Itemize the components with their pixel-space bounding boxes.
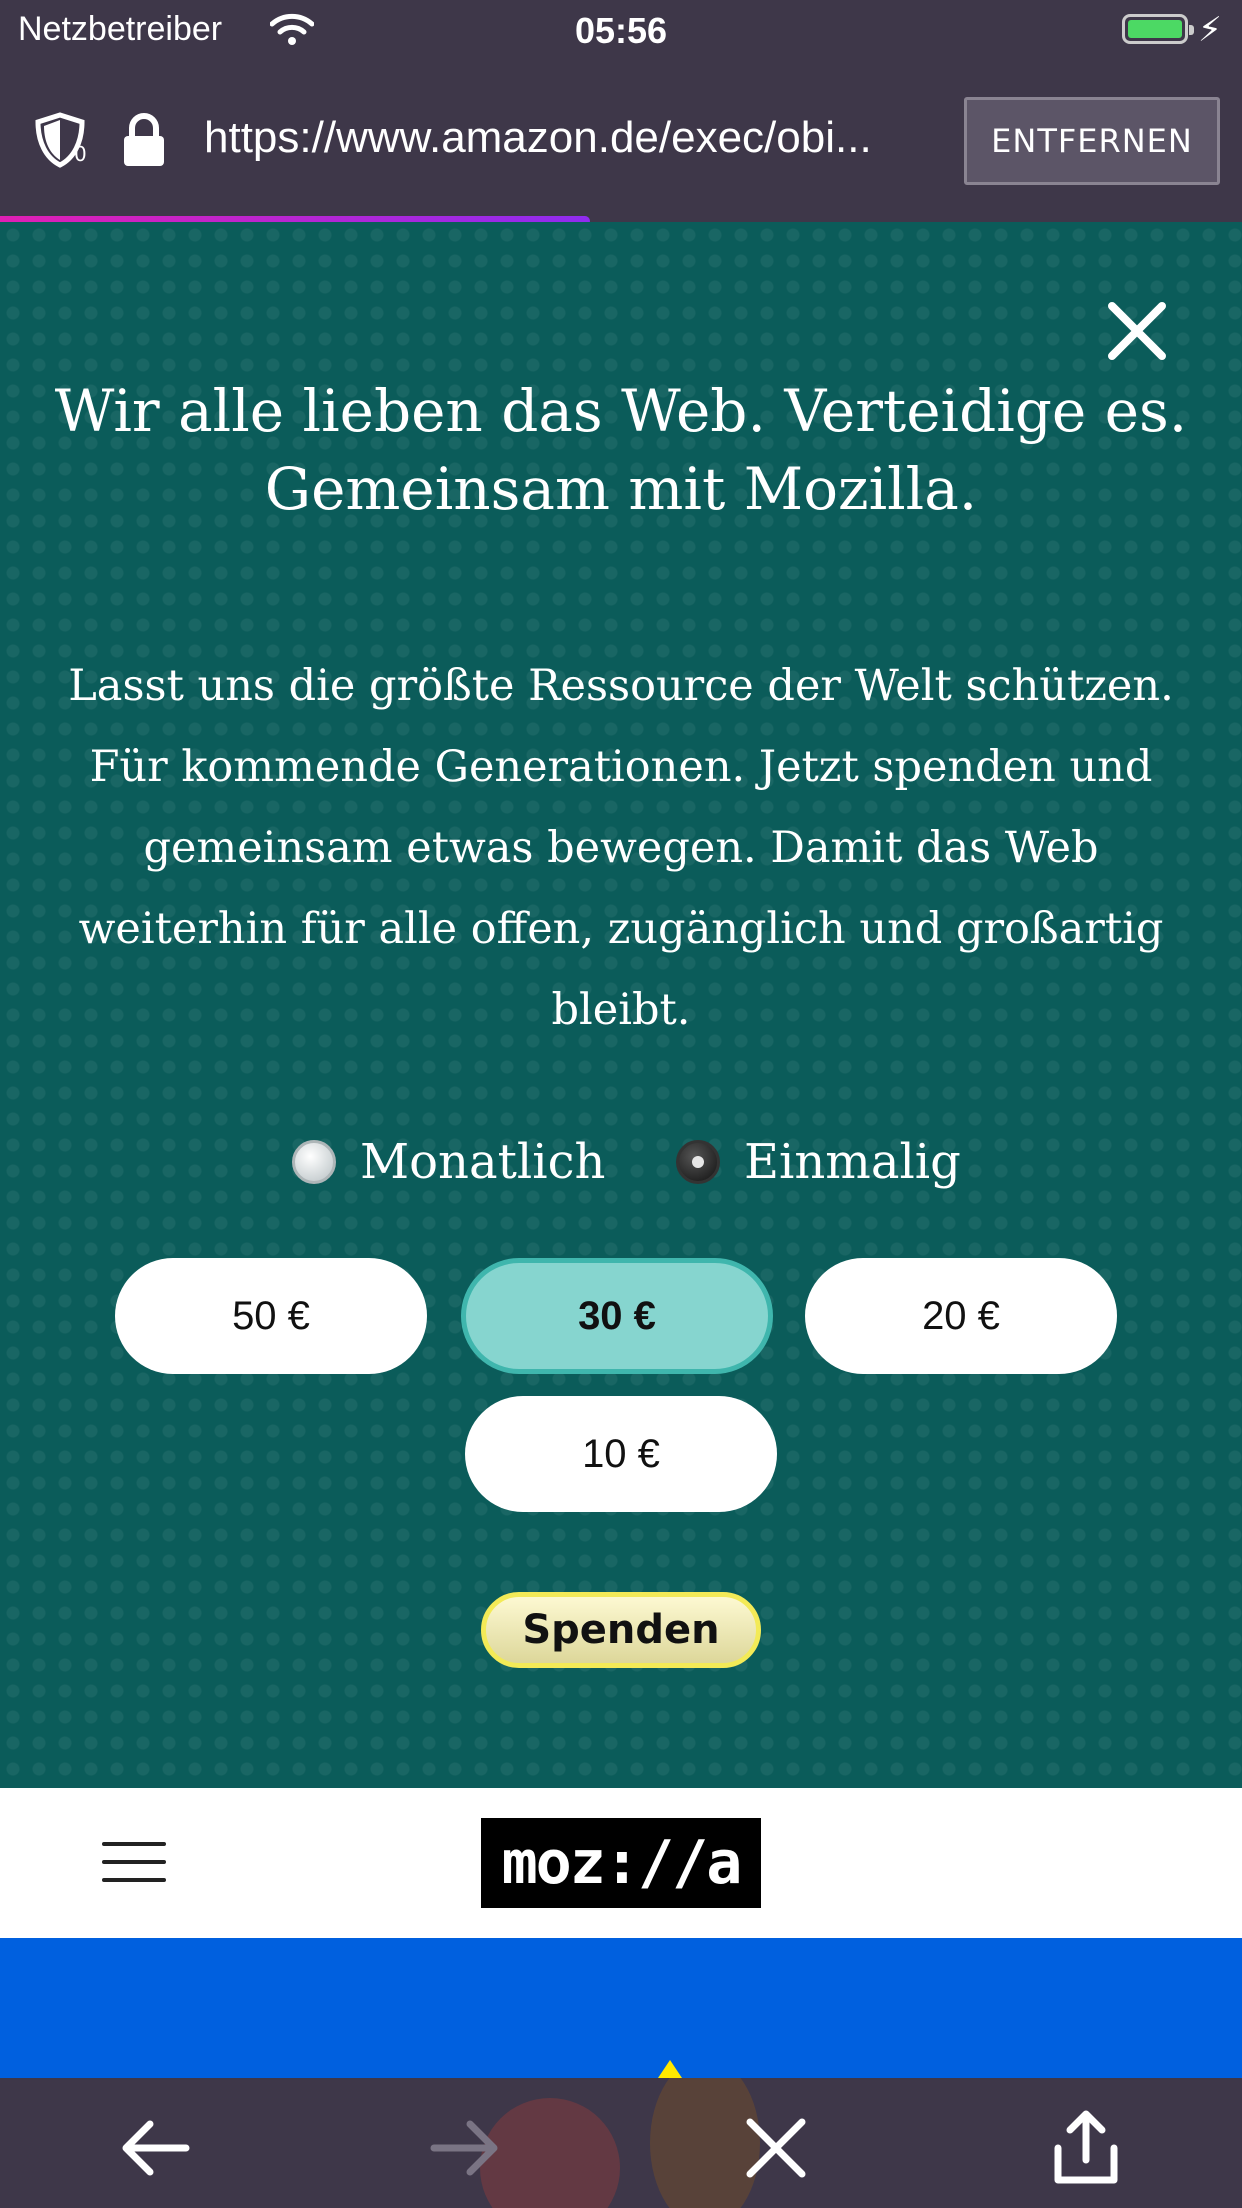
share-icon[interactable] xyxy=(1046,2108,1126,2188)
forward-arrow-icon[interactable] xyxy=(426,2108,506,2188)
lock-icon xyxy=(124,113,164,166)
radio-once[interactable]: Einmalig xyxy=(676,1122,961,1202)
donate-button[interactable]: Spenden xyxy=(481,1592,761,1668)
site-header: moz://a xyxy=(0,1788,1242,1938)
radio-monthly-label: Monatlich xyxy=(360,1134,606,1190)
amount-button-30[interactable]: 30 € xyxy=(461,1258,773,1374)
banner-body: Lasst uns die größte Ressource der Welt … xyxy=(68,661,1174,1035)
triangle-marker-icon xyxy=(658,2060,682,2078)
charging-icon: ⚡ xyxy=(1198,10,1222,50)
radio-once-indicator[interactable] xyxy=(676,1140,720,1184)
close-icon[interactable] xyxy=(1106,300,1168,362)
radio-monthly[interactable]: Monatlich xyxy=(292,1122,605,1202)
mozilla-logo[interactable]: moz://a xyxy=(481,1818,761,1908)
back-arrow-icon[interactable] xyxy=(114,2108,194,2188)
stop-loading-icon[interactable] xyxy=(736,2108,816,2188)
donation-banner: Wir alle lieben das Web. Verteidige es. … xyxy=(0,222,1242,1788)
frequency-selector: Monatlich Einmalig xyxy=(0,1122,1242,1202)
menu-icon[interactable] xyxy=(102,1842,166,1886)
radio-monthly-indicator[interactable] xyxy=(292,1140,336,1184)
status-bar: Netzbetreiber 05:56 ⚡ xyxy=(0,0,1242,62)
banner-headline: Wir alle lieben das Web. Verteidige es. … xyxy=(54,377,1188,523)
url-field[interactable]: https://www.amazon.de/exec/obi... xyxy=(204,113,924,163)
battery-icon xyxy=(1122,14,1194,44)
radio-once-label: Einmalig xyxy=(744,1134,961,1190)
amount-button-50[interactable]: 50 € xyxy=(115,1258,427,1374)
hero-section xyxy=(0,1938,1242,2078)
amount-button-10[interactable]: 10 € xyxy=(465,1396,777,1512)
bottom-toolbar xyxy=(0,2078,1242,2208)
tracker-count: 0 xyxy=(74,142,87,166)
clock: 05:56 xyxy=(574,10,668,51)
browser-top-bar: Netzbetreiber 05:56 ⚡ 0 https://www.amaz… xyxy=(0,0,1242,226)
remove-button[interactable]: ENTFERNEN xyxy=(964,97,1220,185)
amount-button-20[interactable]: 20 € xyxy=(805,1258,1117,1374)
